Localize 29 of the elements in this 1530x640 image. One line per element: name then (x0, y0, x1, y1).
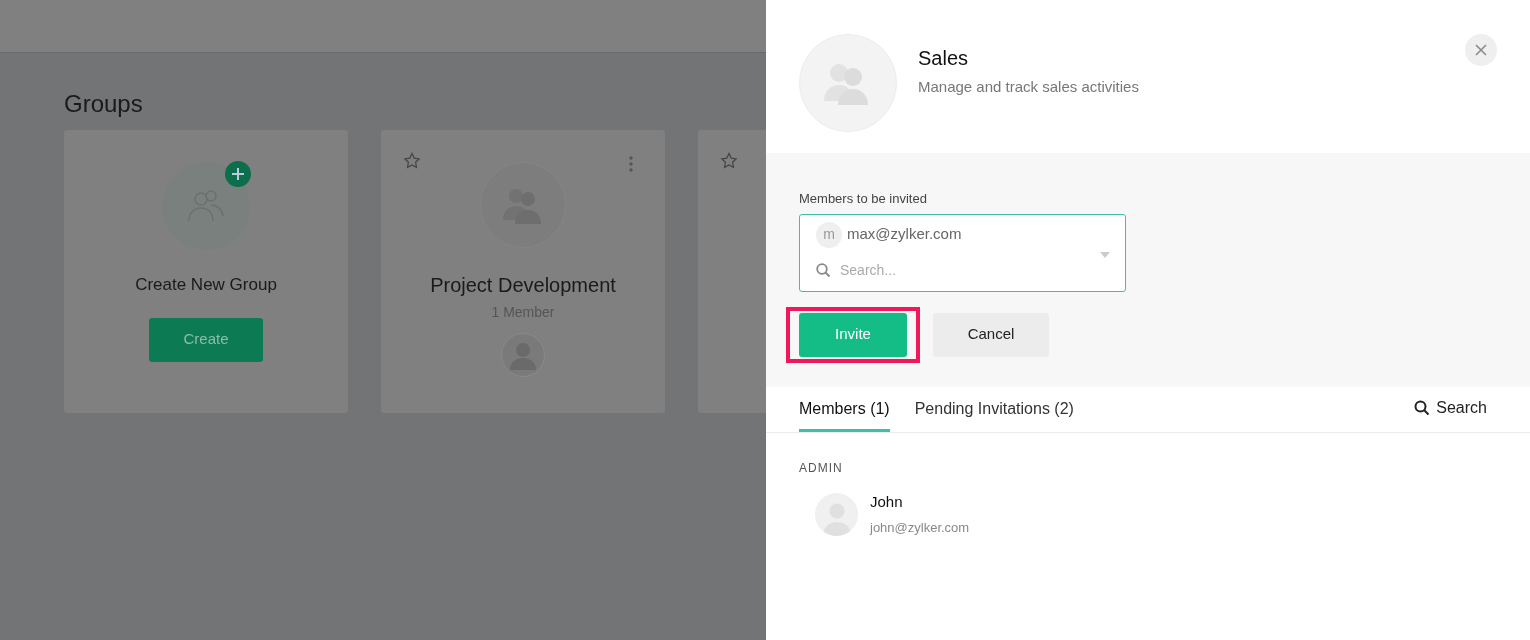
tab[interactable]: Pending Invitations (2) (914, 397, 1074, 432)
field-label: Members to be invited (799, 190, 928, 208)
group-description: Manage and track sales activities (918, 77, 1139, 97)
plus-icon (232, 168, 244, 180)
section-heading: ADMIN (799, 460, 844, 477)
search-icon (1414, 400, 1431, 416)
person-icon (508, 340, 538, 370)
members-input-field[interactable]: m max@zylker.com Search... (799, 213, 1126, 292)
tab[interactable]: Members (1) (799, 397, 890, 432)
search-input[interactable]: Search... (840, 259, 1080, 281)
page-title: Groups (64, 89, 144, 119)
close-button[interactable] (1465, 34, 1497, 66)
invitee-email: max@zylker.com (847, 224, 962, 245)
more-options-icon[interactable] (629, 156, 633, 172)
group-card[interactable]: Create New Group Create (64, 130, 348, 413)
card-title: Create New Group (135, 274, 277, 296)
chip-initial: m (816, 221, 842, 248)
add-badge[interactable] (225, 161, 251, 187)
star-icon[interactable] (720, 152, 738, 170)
cancel-button[interactable]: Cancel (933, 312, 1049, 357)
dropdown-caret-icon (1100, 251, 1110, 258)
close-icon (1475, 44, 1487, 56)
search-button[interactable]: Search (1414, 396, 1487, 420)
star-icon[interactable] (403, 152, 421, 170)
member-email: john@zylker.com (870, 518, 970, 537)
member-name: John (870, 492, 904, 512)
card-title: Project Development (430, 273, 616, 298)
search-icon (816, 262, 831, 278)
group-title: Sales (918, 46, 970, 70)
